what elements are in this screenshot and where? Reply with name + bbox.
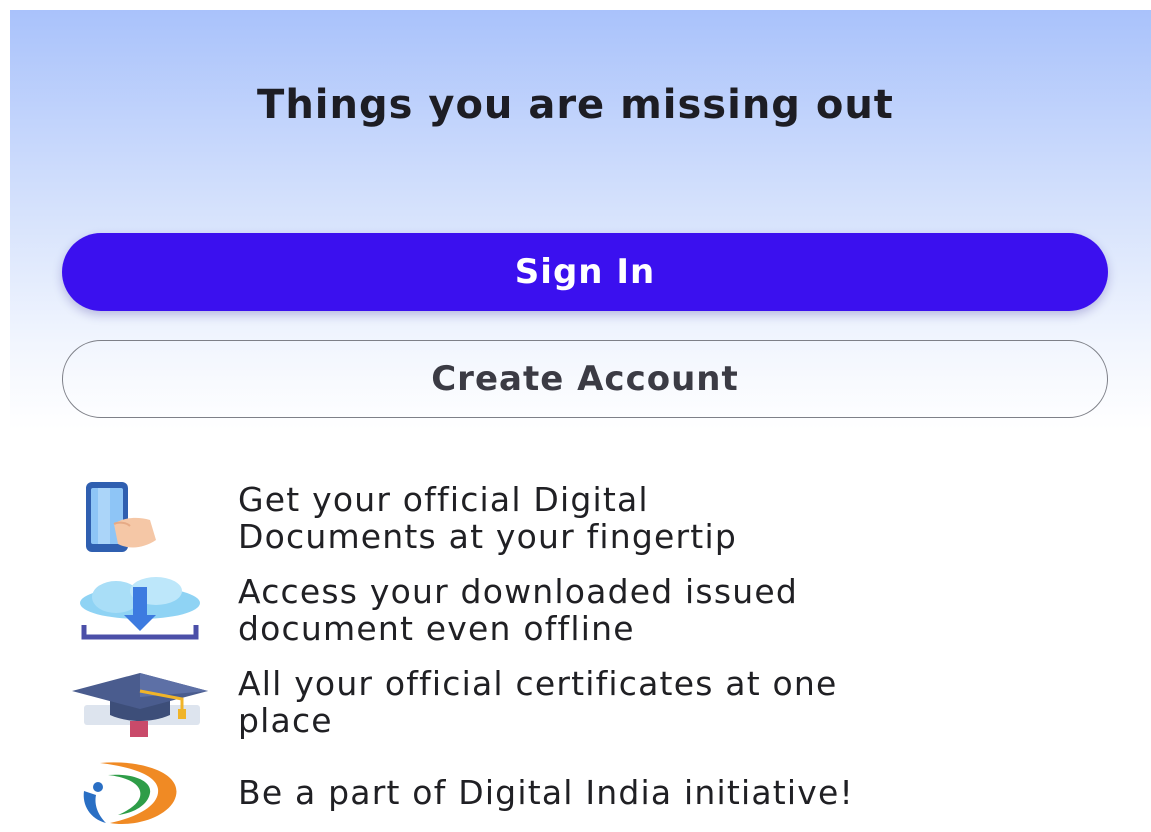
cloud-download-icon — [70, 570, 210, 650]
graduation-cap-icon — [70, 662, 210, 742]
feature-item: Get your official Digital Documents at y… — [70, 478, 1130, 558]
digital-india-logo-icon — [70, 752, 210, 832]
page-title: Things you are missing out — [257, 82, 894, 128]
feature-item: All your official certificates at one pl… — [70, 662, 1130, 742]
feature-text: Get your official Digital Documents at y… — [238, 480, 737, 556]
feature-item: Be a part of Digital India initiative! — [70, 752, 1130, 832]
feature-item: Access your downloaded issued document e… — [70, 570, 1130, 650]
feature-text: All your official certificates at one pl… — [238, 664, 838, 740]
feature-text: Access your downloaded issued document e… — [238, 572, 798, 648]
phone-touch-icon — [70, 478, 210, 558]
sign-in-button[interactable]: Sign In — [62, 233, 1108, 311]
feature-text: Be a part of Digital India initiative! — [238, 772, 854, 812]
create-account-button[interactable]: Create Account — [62, 340, 1108, 418]
